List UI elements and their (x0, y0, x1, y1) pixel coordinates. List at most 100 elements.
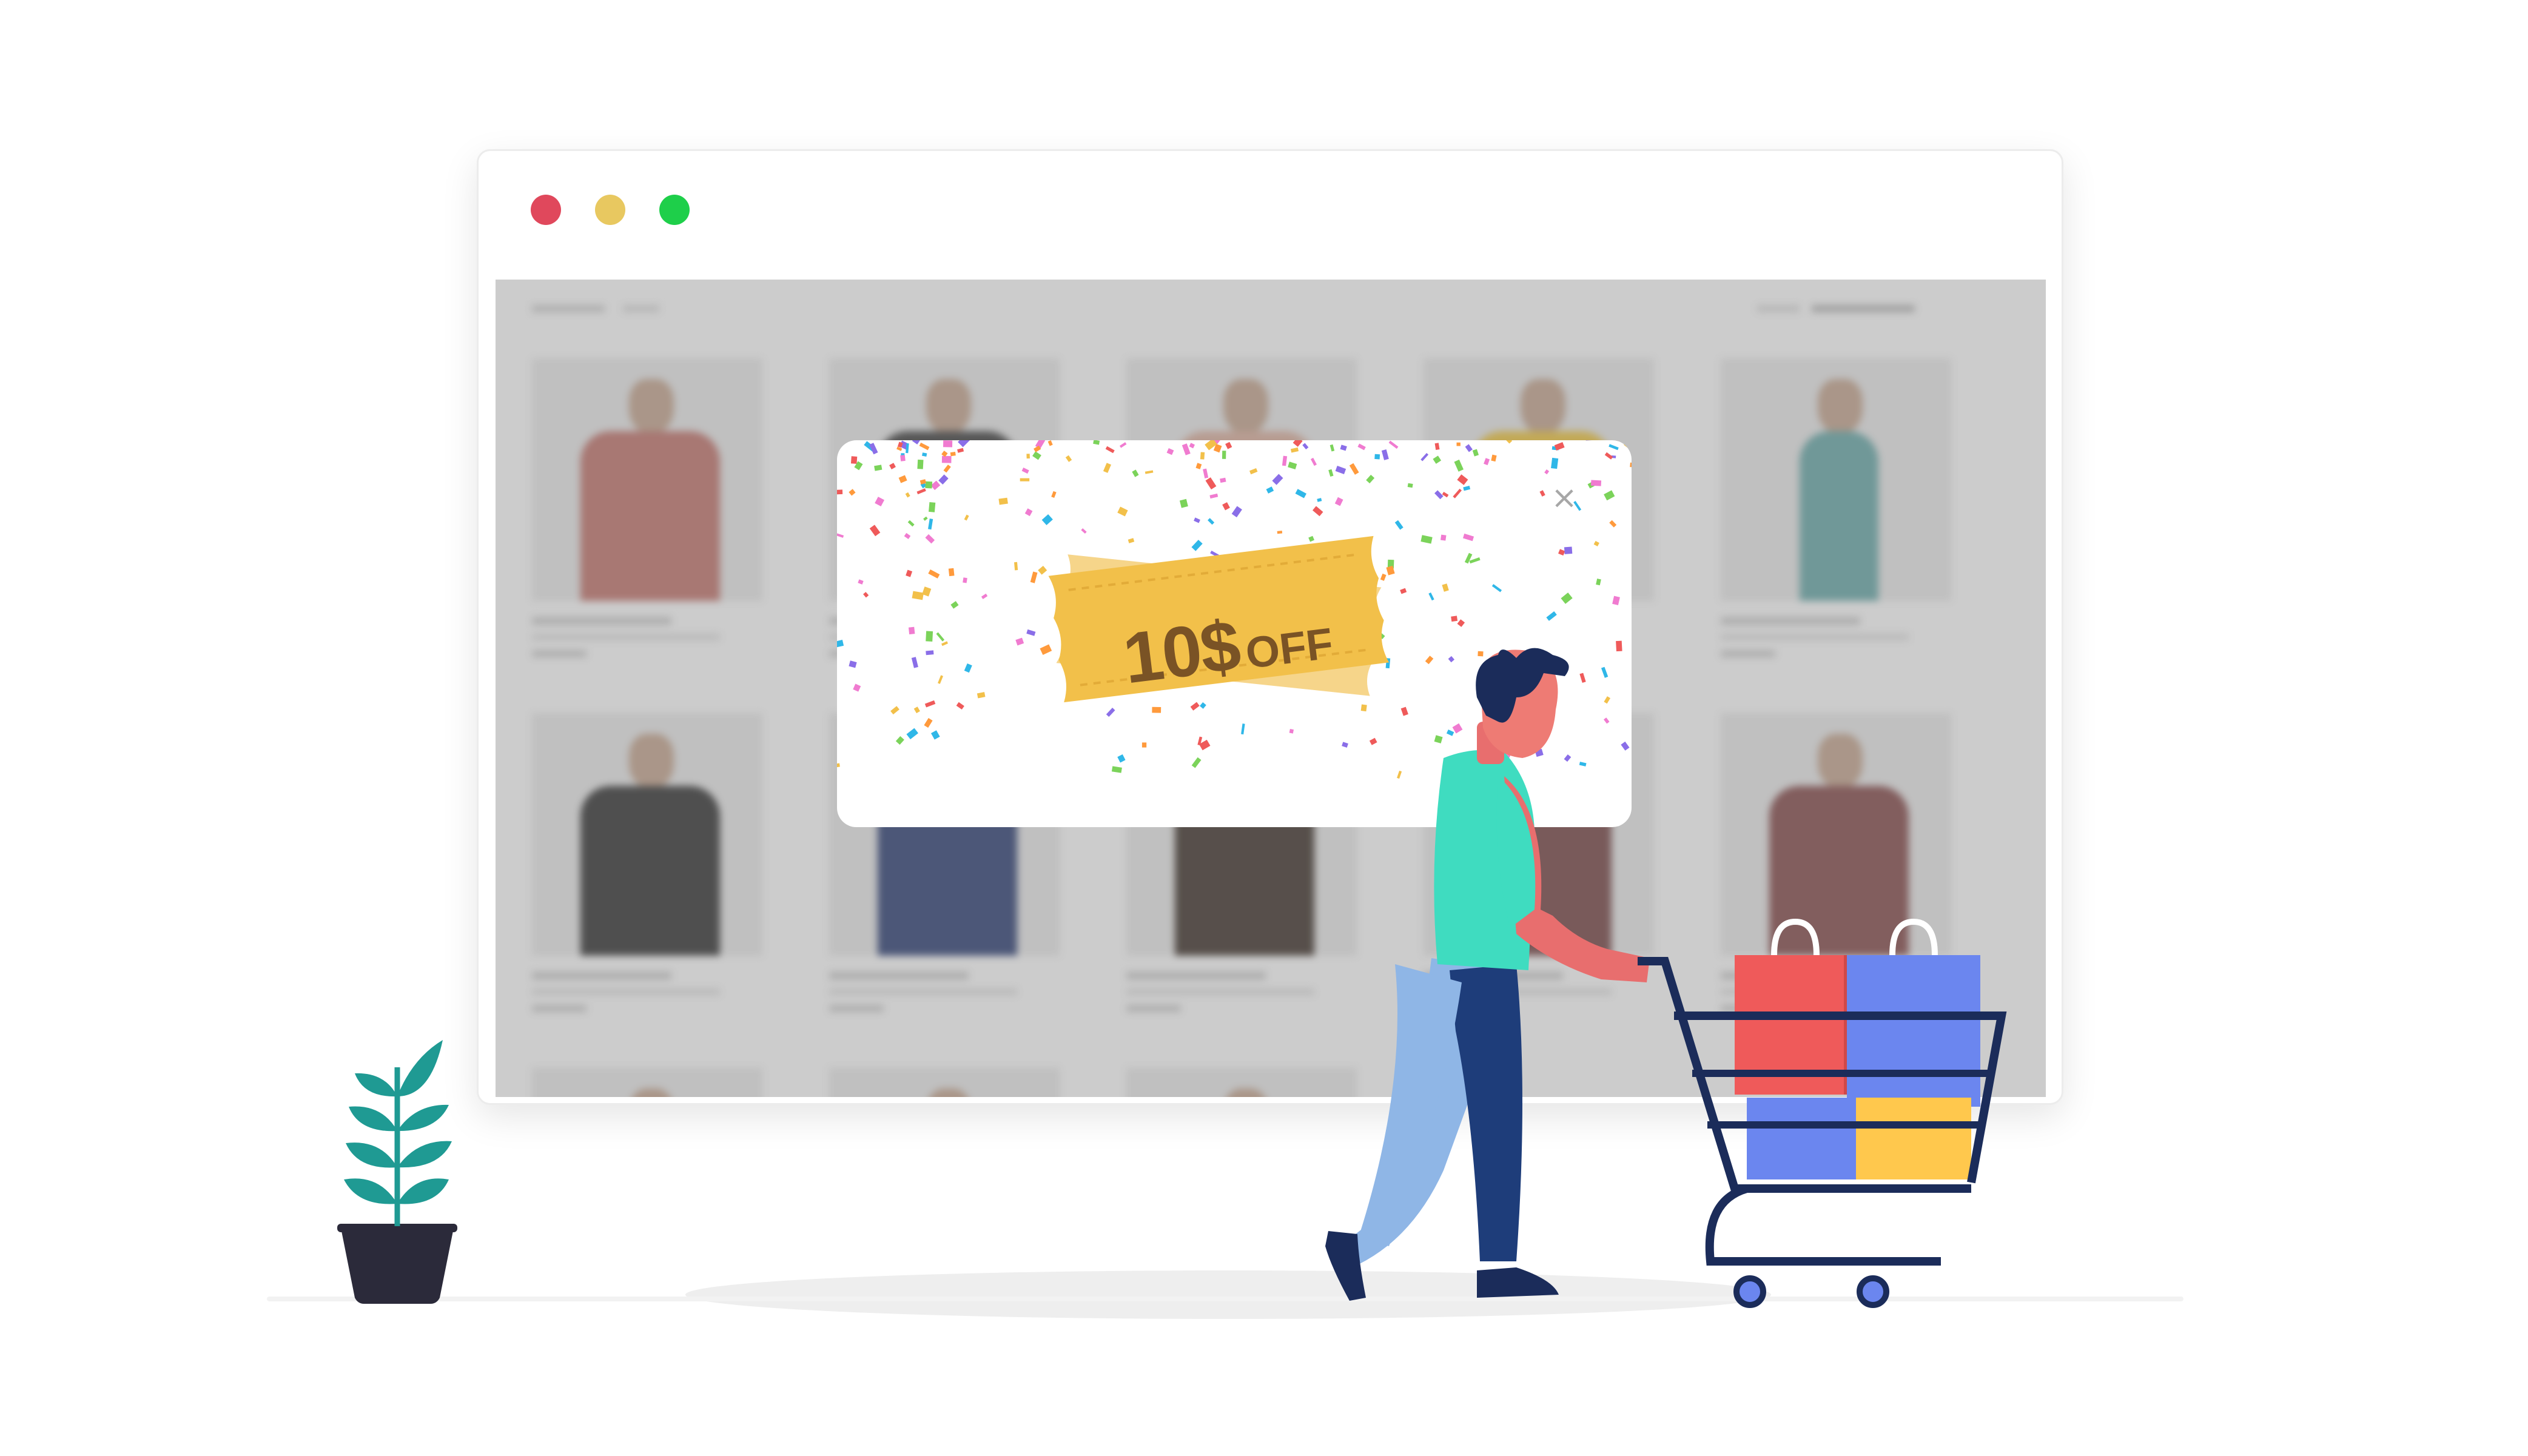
confetti-piece (1434, 735, 1443, 743)
confetti-piece (1596, 579, 1601, 586)
confetti-piece (964, 663, 972, 673)
confetti-piece (1440, 534, 1447, 541)
confetti-piece (853, 683, 861, 692)
confetti-piece (1222, 502, 1230, 511)
close-icon[interactable]: × (1549, 482, 1579, 514)
confetti-piece (1585, 440, 1592, 441)
confetti-piece (837, 640, 844, 648)
confetti-piece (1564, 754, 1572, 762)
confetti-piece (1456, 442, 1461, 446)
confetti-piece (922, 586, 932, 597)
confetti-piece (1335, 466, 1346, 474)
confetti-piece (904, 532, 911, 540)
confetti-piece (1472, 449, 1479, 457)
confetti-piece (1420, 535, 1433, 544)
confetti-piece (900, 455, 906, 461)
confetti-piece (958, 440, 970, 448)
confetti-piece (1349, 463, 1359, 475)
confetti-piece (1191, 757, 1202, 768)
confetti-piece (1302, 443, 1309, 450)
confetti-piece (849, 660, 857, 668)
confetti-piece (1463, 485, 1471, 491)
confetti-piece (1369, 737, 1377, 745)
confetti-piece (1328, 469, 1334, 477)
confetti-piece (1630, 462, 1632, 468)
window-close-dot[interactable] (531, 195, 561, 225)
confetti-piece (1189, 443, 1195, 449)
confetti-piece (1330, 444, 1335, 452)
confetti-piece (1182, 443, 1191, 455)
confetti-piece (1612, 595, 1620, 605)
confetti-piece (1539, 490, 1545, 497)
confetti-piece (1601, 666, 1609, 678)
confetti-piece (926, 650, 934, 656)
confetti-piece (1021, 468, 1029, 474)
confetti-piece (1484, 458, 1490, 466)
floor-shadow (685, 1270, 1771, 1319)
confetti-piece (956, 702, 964, 710)
confetti-piece (1205, 477, 1217, 490)
confetti-piece (1518, 671, 1522, 676)
confetti-piece (1462, 533, 1474, 542)
confetti-piece (1621, 741, 1630, 751)
coupon-amount: 10$ (1118, 605, 1244, 699)
confetti-piece (936, 632, 945, 642)
window-maximize-dot[interactable] (659, 195, 690, 225)
confetti-piece (889, 463, 896, 469)
confetti-piece (925, 481, 933, 489)
confetti-piece (929, 502, 936, 512)
confetti-piece (1295, 489, 1306, 498)
confetti-piece (1289, 728, 1294, 734)
confetti-piece (1465, 444, 1473, 452)
confetti-piece (919, 442, 930, 451)
confetti-piece (957, 448, 964, 453)
confetti-piece (922, 452, 927, 457)
confetti-piece (863, 592, 869, 598)
confetti-piece (977, 692, 986, 699)
confetti-piece (906, 728, 918, 740)
confetti-piece (1381, 449, 1389, 460)
confetti-piece (1624, 441, 1632, 451)
confetti-piece (963, 577, 967, 583)
confetti-piece (1546, 611, 1557, 621)
confetti-piece (1225, 441, 1232, 449)
confetti-piece (1544, 469, 1550, 475)
window-minimize-dot[interactable] (595, 195, 625, 225)
confetti-piece (1366, 474, 1375, 484)
confetti-piece (1317, 498, 1322, 502)
confetti-piece (1388, 440, 1399, 449)
confetti-piece (1293, 440, 1303, 447)
confetti-piece (875, 497, 885, 507)
confetti-piece (1014, 562, 1018, 571)
confetti-piece (1231, 506, 1242, 518)
confetti-piece (1579, 673, 1586, 683)
confetti-piece (1179, 498, 1188, 508)
confetti-piece (890, 706, 899, 715)
confetti-piece (1453, 488, 1462, 498)
confetti-piece (869, 525, 881, 537)
confetti-piece (964, 514, 969, 521)
confetti-piece (1442, 492, 1449, 498)
confetti-piece (1561, 592, 1573, 604)
confetti-piece (1502, 752, 1511, 760)
confetti-piece (1103, 463, 1111, 473)
confetti-piece (1222, 451, 1226, 459)
confetti-piece (941, 455, 952, 463)
confetti-piece (1119, 442, 1127, 448)
confetti-piece (924, 700, 936, 708)
confetti-piece (1558, 549, 1565, 556)
confetti-piece (908, 626, 915, 635)
confetti-piece (1454, 459, 1464, 472)
confetti-piece (925, 534, 935, 544)
confetti-piece (928, 569, 940, 579)
floor-line (267, 1297, 2183, 1301)
confetti-piece (916, 488, 926, 495)
confetti-piece (913, 706, 920, 714)
confetti-piece (926, 631, 933, 642)
confetti-piece (919, 479, 927, 485)
confetti-piece (1518, 708, 1528, 714)
confetti-piece (1604, 490, 1615, 501)
discount-popup: 10$OFF × (837, 440, 1632, 827)
confetti-piece (1166, 448, 1174, 455)
confetti-piece (1334, 497, 1343, 506)
